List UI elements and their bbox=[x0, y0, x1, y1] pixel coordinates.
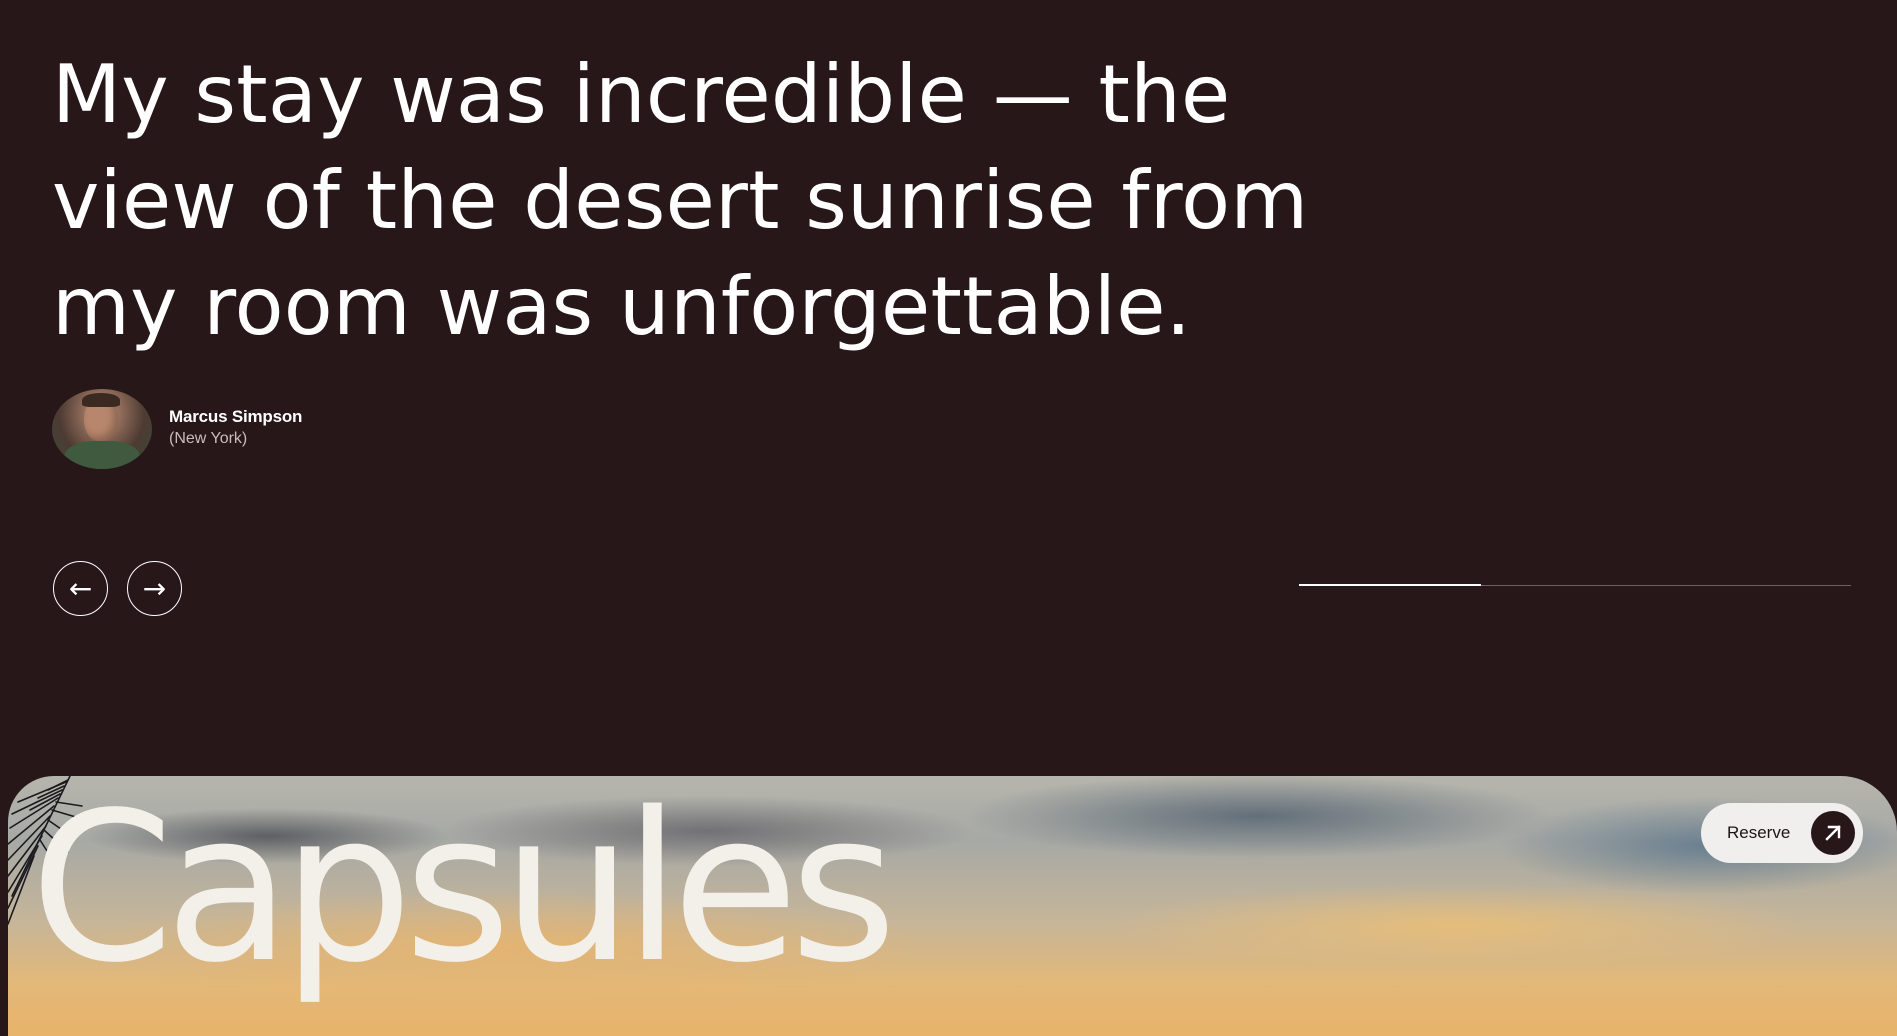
previous-button[interactable]: ← bbox=[53, 561, 108, 616]
arrow-left-icon: ← bbox=[68, 571, 93, 605]
testimonial-author: Marcus Simpson (New York) bbox=[52, 389, 302, 469]
author-location: (New York) bbox=[169, 430, 248, 447]
hero-title: Capsules bbox=[30, 776, 897, 1008]
carousel-progress-track bbox=[1299, 584, 1851, 586]
reserve-button[interactable]: Reserve bbox=[1701, 803, 1863, 863]
author-details: Marcus Simpson (New York) bbox=[169, 406, 302, 450]
author-name: Marcus Simpson bbox=[169, 407, 303, 426]
arrow-up-right-icon bbox=[1811, 811, 1855, 855]
avatar bbox=[52, 389, 152, 469]
capsules-hero: Capsules Reserve bbox=[8, 776, 1897, 1036]
arrow-right-icon: → bbox=[142, 571, 167, 605]
reserve-label: Reserve bbox=[1727, 823, 1791, 842]
next-button[interactable]: → bbox=[127, 561, 182, 616]
carousel-progress-fill bbox=[1299, 584, 1482, 586]
avatar-shirt bbox=[64, 441, 140, 469]
avatar-hair bbox=[82, 393, 120, 407]
testimonial-quote: My stay was incredible — the view of the… bbox=[52, 48, 1309, 353]
